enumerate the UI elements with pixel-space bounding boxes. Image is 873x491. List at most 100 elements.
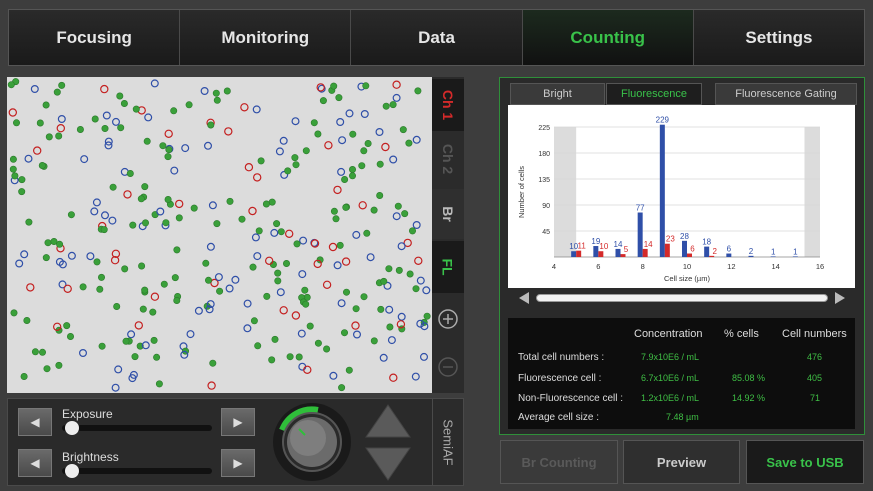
data-label-blue: 77 — [636, 204, 645, 213]
cell-marker — [380, 277, 388, 285]
fluorescence-channel-button[interactable]: FL — [432, 241, 464, 293]
scroll-left-icon[interactable] — [518, 291, 530, 305]
exposure-slider-knob[interactable] — [65, 421, 79, 435]
cell-marker — [159, 142, 167, 150]
cell-marker — [109, 183, 117, 191]
tab-data[interactable]: Data — [351, 10, 523, 65]
zoom-in-button[interactable] — [432, 297, 464, 341]
cell-marker — [126, 170, 134, 178]
cell-marker — [314, 130, 322, 138]
header-percent-cells: % cells — [724, 328, 759, 340]
cell-marker — [360, 109, 369, 118]
cell-marker — [420, 352, 429, 361]
cell-marker — [314, 339, 322, 347]
cell-marker — [114, 365, 123, 374]
data-label-red: 11 — [578, 242, 587, 251]
zoom-out-button[interactable] — [432, 345, 464, 389]
cell-marker — [394, 202, 402, 210]
triangle-up-icon[interactable] — [362, 401, 414, 441]
cell-marker — [345, 109, 354, 118]
cell-marker — [207, 121, 215, 129]
cell-marker — [9, 165, 17, 173]
cell-marker — [387, 336, 396, 345]
row-label-average-size: Average cell size : — [518, 412, 599, 423]
data-label-red: 10 — [599, 242, 608, 251]
cell-marker — [330, 82, 338, 90]
cell-marker — [270, 228, 279, 237]
cell-marker — [131, 353, 139, 361]
cell-marker — [370, 337, 378, 345]
brightness-increase-button[interactable]: ▶ — [221, 449, 255, 477]
brightness-decrease-button[interactable]: ◀ — [18, 449, 52, 477]
cell-marker — [252, 173, 262, 182]
exposure-decrease-button[interactable]: ◀ — [18, 408, 52, 436]
cell-marker — [76, 125, 84, 133]
exposure-increase-button[interactable]: ▶ — [221, 408, 255, 436]
cell-marker — [25, 218, 33, 226]
brightness-slider[interactable] — [62, 468, 212, 474]
cell-marker — [385, 265, 393, 273]
channel-2-button[interactable]: Ch 2 — [432, 133, 464, 185]
triangle-down-icon[interactable] — [362, 444, 414, 484]
cell-marker — [202, 259, 210, 267]
cell-marker — [144, 113, 153, 122]
cell-marker — [366, 253, 375, 262]
bar-blue — [792, 256, 798, 257]
cell-marker — [100, 84, 109, 94]
cell-marker — [58, 81, 66, 89]
tab-fluorescence-gating[interactable]: Fluorescence Gating — [715, 83, 857, 105]
bar-red — [620, 254, 626, 257]
br-counting-button[interactable]: Br Counting — [500, 440, 618, 484]
scroll-track[interactable] — [536, 294, 828, 302]
cell-marker — [249, 263, 257, 271]
tab-focusing[interactable]: Focusing — [9, 10, 181, 65]
cell-marker — [337, 167, 346, 176]
chart-scrollbar[interactable] — [518, 290, 850, 306]
preview-button[interactable]: Preview — [623, 440, 740, 484]
cell-marker — [349, 130, 357, 138]
tab-monitoring[interactable]: Monitoring — [180, 10, 352, 65]
cell-marker — [273, 220, 281, 228]
bright-channel-button[interactable]: Br — [432, 189, 464, 239]
cell-image-view[interactable] — [7, 77, 432, 393]
cell-marker — [416, 276, 425, 285]
channel-1-button[interactable]: Ch 1 — [432, 79, 464, 131]
cell-marker — [412, 221, 421, 230]
save-to-usb-button[interactable]: Save to USB — [746, 440, 864, 484]
cell-marker — [340, 329, 348, 337]
cell-marker — [18, 188, 26, 196]
data-label-blue: 1 — [771, 247, 776, 256]
tab-counting[interactable]: Counting — [522, 10, 694, 65]
cell-marker — [389, 155, 398, 164]
cell-marker — [310, 119, 318, 127]
cell-marker — [254, 342, 262, 350]
triangle-left-icon: ◀ — [30, 415, 40, 429]
tab-bright[interactable]: Bright — [510, 83, 605, 105]
scroll-right-icon[interactable] — [834, 291, 846, 305]
triangle-right-icon: ▶ — [233, 415, 243, 429]
focus-knob-icon[interactable] — [270, 400, 354, 484]
cell-marker — [127, 330, 136, 339]
cell-marker — [200, 87, 209, 96]
cell-marker — [248, 206, 257, 216]
cell-marker — [20, 372, 28, 380]
brightness-slider-knob[interactable] — [65, 464, 79, 478]
tab-settings[interactable]: Settings — [693, 10, 865, 65]
cell-marker — [389, 101, 397, 109]
cell-marker — [293, 240, 301, 248]
cell-marker — [98, 273, 106, 281]
cell-marker — [379, 353, 388, 362]
tab-fluorescence[interactable]: Fluorescence — [606, 83, 702, 105]
cell-marker — [204, 141, 213, 150]
semiaf-button[interactable]: SemiAF — [432, 398, 464, 486]
cell-marker — [90, 207, 99, 216]
cell-marker — [91, 115, 99, 123]
cell-marker — [353, 330, 362, 339]
cell-marker — [330, 207, 338, 215]
cell-marker — [31, 348, 39, 356]
cell-marker — [78, 349, 87, 358]
exposure-slider[interactable] — [62, 425, 212, 431]
cell-marker — [175, 214, 183, 222]
row-pct-non-fluorescence: 14.92 % — [732, 393, 766, 403]
cell-marker — [67, 251, 76, 260]
